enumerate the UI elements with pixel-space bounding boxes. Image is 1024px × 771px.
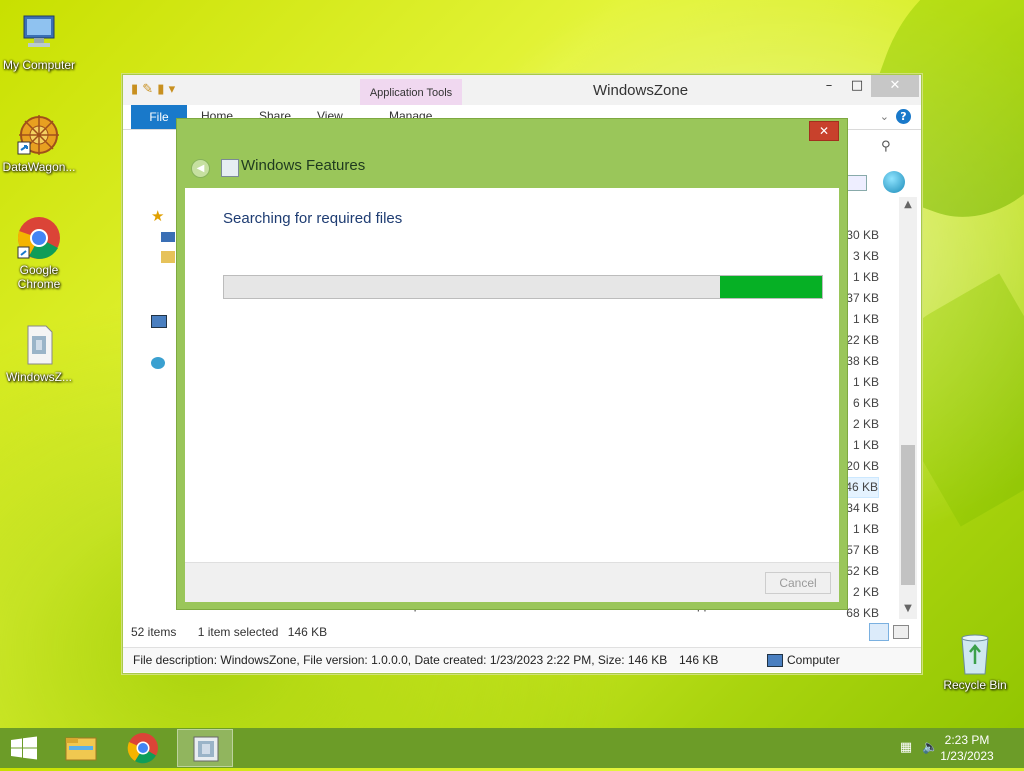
desktop-icon-datawagon[interactable]: DataWagon... — [0, 112, 78, 174]
datawagon-icon — [16, 112, 62, 158]
application-file-icon — [16, 322, 62, 368]
details-bar: File description: WindowsZone, File vers… — [123, 647, 921, 672]
computer-icon — [16, 10, 62, 56]
file-explorer-icon — [65, 737, 97, 761]
windows-features-dialog[interactable]: ✕ ◀ Windows Features Searching for requi… — [176, 118, 848, 610]
item-count: 52 items — [131, 625, 177, 639]
taskbar-file-explorer[interactable] — [53, 729, 109, 767]
computer-icon — [767, 654, 783, 667]
help-icon[interactable]: ? — [896, 109, 911, 124]
scroll-down-arrow[interactable]: ▼ — [899, 603, 917, 614]
search-icon[interactable]: ⚲ — [881, 139, 891, 154]
desktop-icon-label: DataWagon... — [2, 160, 76, 174]
dialog-footer: Cancel — [185, 562, 839, 602]
clock-date: 1/23/2023 — [940, 749, 994, 763]
desktop-icon-label: WindowsZ... — [5, 370, 72, 384]
close-button[interactable]: ✕ — [871, 75, 919, 97]
scrollbar-thumb[interactable] — [901, 445, 915, 585]
clock-time: 2:23 PM — [944, 733, 990, 747]
back-arrow-icon[interactable]: ◀ — [191, 159, 210, 178]
taskbar: ▦ 🔈 2:23 PM 1/23/2023 — [0, 728, 1024, 768]
computer-icon[interactable] — [151, 315, 167, 328]
large-icons-view-icon[interactable] — [893, 625, 909, 639]
desktop-icon-my-computer[interactable]: My Computer — [0, 10, 78, 72]
status-bar: 52 items 1 item selected 146 KB — [131, 625, 327, 639]
globe-icon[interactable] — [883, 171, 905, 193]
desktop-icon-google-chrome[interactable]: Google Chrome — [0, 215, 78, 291]
chrome-icon — [127, 733, 158, 764]
taskbar-windows-features[interactable] — [177, 729, 233, 767]
context-tab-application-tools: Application Tools — [360, 79, 462, 107]
network-icon[interactable] — [151, 357, 165, 369]
maximize-button[interactable]: □ — [839, 75, 875, 97]
desktop-icon-label: Google Chrome — [17, 263, 61, 291]
chrome-icon — [16, 215, 62, 261]
desktop-icon-recycle-bin[interactable]: Recycle Bin — [936, 630, 1014, 692]
windows-features-icon — [193, 736, 219, 762]
start-button[interactable] — [0, 728, 48, 768]
progress-bar — [223, 275, 823, 299]
quick-access-toolbar[interactable]: ▮ ✎ ▮ ▾ — [131, 82, 175, 97]
network-icon[interactable]: ▦ — [898, 740, 914, 756]
folder-icon — [161, 251, 175, 263]
windows-features-icon — [221, 159, 239, 177]
windows-logo-icon — [11, 736, 37, 760]
window-title: WindowsZone — [593, 82, 689, 99]
desktop-icon-windowszone[interactable]: WindowsZ... — [0, 322, 78, 384]
preview-pane-icon[interactable] — [847, 175, 867, 191]
vertical-scrollbar[interactable]: ▲ ▼ — [899, 197, 917, 619]
scroll-up-arrow[interactable]: ▲ — [899, 199, 917, 210]
clock[interactable]: 2:23 PM 1/23/2023 — [932, 732, 1002, 764]
selection-size: 146 KB — [287, 625, 328, 639]
location-label: Computer — [787, 653, 840, 667]
file-size: 146 KB — [679, 653, 719, 667]
dialog-heading: Searching for required files — [223, 210, 403, 227]
dialog-close-button[interactable]: ✕ — [809, 121, 839, 141]
desktop-icon-label: My Computer — [2, 58, 76, 72]
selection-count: 1 item selected — [197, 625, 279, 639]
chevron-down-icon[interactable]: ⌄ — [880, 110, 889, 123]
details-view-icon[interactable] — [869, 623, 889, 641]
dialog-body: Searching for required files — [185, 188, 839, 562]
progress-bar-fill — [720, 276, 822, 298]
favorites-star-icon[interactable]: ★ — [151, 207, 164, 225]
cancel-button[interactable]: Cancel — [765, 572, 831, 594]
recycle-bin-icon — [952, 630, 998, 676]
taskbar-chrome[interactable] — [115, 729, 171, 767]
explorer-title-bar[interactable]: ▮ ✎ ▮ ▾ Application Tools WindowsZone – … — [123, 75, 921, 107]
file-description: File description: WindowsZone, File vers… — [133, 653, 668, 667]
folder-icon — [161, 232, 175, 242]
dialog-title: Windows Features — [241, 157, 366, 174]
desktop-icon-label: Recycle Bin — [943, 678, 1007, 692]
